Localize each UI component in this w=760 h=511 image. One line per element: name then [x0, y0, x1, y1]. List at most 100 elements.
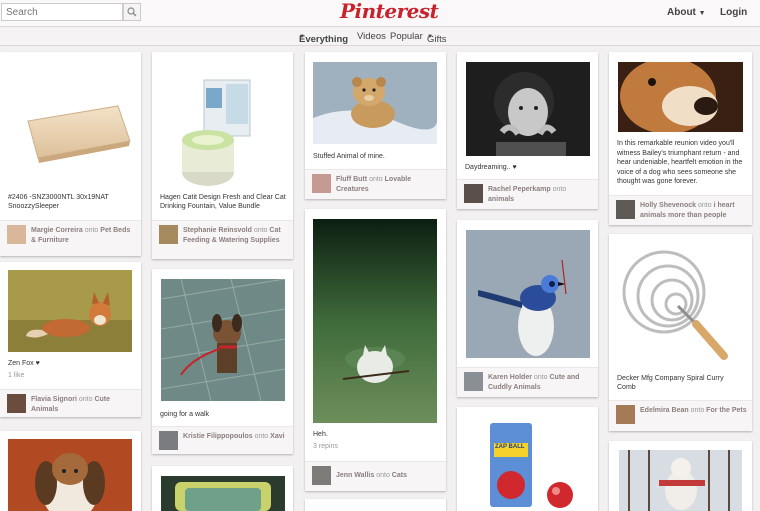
nav-popular[interactable]: Popular [390, 31, 423, 42]
chevron-down-icon: ▼ [299, 34, 305, 40]
pin-card[interactable]: Decker Mfg Company Spiral Curry Comb Ede… [609, 234, 752, 431]
cat-fountain-image[interactable] [166, 74, 278, 192]
about-label: About [667, 7, 696, 18]
pin-description: In this remarkable reunion video you'll … [617, 140, 743, 186]
onto-text: onto [253, 227, 268, 234]
beagle-puppy-image[interactable] [8, 439, 132, 511]
pin-description: Heh. [313, 431, 328, 438]
pin-card[interactable] [305, 499, 446, 511]
pinner-name[interactable]: Jenn Wallis [336, 472, 374, 479]
fox-image[interactable] [8, 270, 132, 352]
pin-attribution: Margie Correira onto Pet Beds & Furnitur… [0, 220, 141, 256]
board-name[interactable]: Cats [392, 472, 407, 479]
onto-text: onto [697, 202, 712, 209]
pin-attribution: Fluff Butt onto Lovable Creatures [305, 169, 446, 199]
pin-description: #2406 -SNZ3000NTL 30x19NAT SnoozzySleepe… [8, 194, 109, 210]
about-menu[interactable]: About ▼ [667, 7, 706, 18]
pin-image[interactable] [161, 476, 285, 511]
swimming-cat-image[interactable] [313, 219, 437, 423]
pin-card[interactable]: Stuffed Animal of mine. Fluff Butt onto … [305, 52, 446, 199]
pinterest-logo[interactable]: Pinterest [340, 0, 439, 23]
onto-text: onto [690, 407, 705, 414]
pin-card[interactable]: ZAP BALL [457, 407, 598, 511]
chevron-down-icon: ▼ [427, 34, 433, 40]
board-name[interactable]: For the Pets [706, 407, 746, 414]
pinner-name[interactable]: Margie Correira [31, 227, 83, 234]
pin-attribution: Stephanie Reinsvold onto Cat Feeding & W… [152, 220, 293, 259]
top-header: Pinterest About ▼ Login [0, 0, 760, 27]
pinner-name[interactable]: Edelmira Bean [640, 407, 689, 414]
onto-text: onto [254, 433, 269, 440]
category-nav: Everything ▼ Videos Popular Gifts ▼ [0, 28, 760, 46]
onto-text: onto [78, 396, 93, 403]
dog-closeup-image[interactable] [618, 62, 743, 132]
onto-text: onto [552, 186, 567, 193]
board-name[interactable]: animals [488, 196, 514, 203]
chevron-down-icon: ▼ [698, 10, 706, 17]
pin-card[interactable]: Heh. 3 repins Jenn Wallis onto Cats [305, 209, 446, 491]
pet-bed-image[interactable] [8, 96, 132, 166]
search-button[interactable] [123, 3, 141, 21]
pin-card[interactable]: Zen Fox ♥ 1 like Flavia Signori onto Cut… [0, 262, 141, 417]
search-input[interactable] [1, 3, 123, 21]
pin-card[interactable]: Karen Holder onto Cute and Cuddly Animal… [457, 220, 598, 397]
pin-description: Stuffed Animal of mine. [313, 153, 385, 160]
pinner-name[interactable]: Stephanie Reinsvold [183, 227, 252, 234]
avatar[interactable] [464, 184, 483, 203]
onto-text: onto [376, 472, 390, 479]
pin-attribution: Rachel Peperkamp onto animals [457, 179, 598, 209]
avatar[interactable] [159, 225, 178, 244]
pin-card[interactable] [152, 466, 293, 511]
pinner-name[interactable]: Rachel Peperkamp [488, 186, 551, 193]
daydreaming-girl-image[interactable] [466, 62, 590, 156]
dog-walk-image[interactable] [161, 279, 285, 401]
pin-attribution: Edelmira Bean onto For the Pets [609, 400, 752, 431]
dog-outdoors-image[interactable] [619, 450, 742, 511]
nav-videos[interactable]: Videos [357, 31, 386, 42]
zap-ball-label: ZAP BALL [495, 444, 525, 450]
onto-text: onto [533, 374, 548, 381]
lion-cub-image[interactable] [313, 62, 437, 144]
pinner-name[interactable]: Karen Holder [488, 374, 532, 381]
pinner-name[interactable]: Kristie Filippopoulos [183, 433, 253, 440]
avatar[interactable] [7, 394, 26, 413]
pin-description: Hagen Catit Design Fresh and Clear Cat D… [160, 194, 286, 210]
pin-description: going for a walk [160, 411, 210, 418]
pin-description: Zen Fox ♥ [8, 360, 40, 367]
pin-attribution: Flavia Signori onto Cute Animals [0, 389, 141, 417]
avatar[interactable] [616, 405, 635, 424]
login-link[interactable]: Login [720, 7, 747, 18]
search-icon [127, 7, 137, 17]
pin-attribution: Jenn Wallis onto Cats [305, 461, 446, 491]
avatar[interactable] [312, 174, 331, 193]
pin-card[interactable]: going for a walk Kristie Filippopoulos o… [152, 269, 293, 454]
avatar[interactable] [464, 372, 483, 391]
pin-attribution: Karen Holder onto Cute and Cuddly Animal… [457, 367, 598, 397]
onto-text: onto [369, 176, 383, 183]
pin-card[interactable]: Hagen Catit Design Fresh and Clear Cat D… [152, 52, 293, 259]
pin-card[interactable] [609, 441, 752, 511]
avatar[interactable] [616, 200, 635, 219]
nav-everything-label: Everything [299, 34, 349, 45]
pin-repins: 3 repins [313, 443, 338, 450]
board-name[interactable]: Xavi [270, 433, 284, 440]
avatar[interactable] [159, 431, 178, 450]
pin-attribution: Kristie Filippopoulos onto Xavi [152, 426, 293, 454]
pinner-name[interactable]: Holly Shevenock [640, 202, 696, 209]
avatar[interactable] [312, 466, 331, 485]
pin-card[interactable]: #2406 -SNZ3000NTL 30x19NAT SnoozzySleepe… [0, 52, 141, 256]
pin-likes: 1 like [8, 372, 25, 379]
onto-text: onto [84, 227, 99, 234]
avatar[interactable] [7, 225, 26, 244]
blue-wren-image[interactable] [466, 230, 590, 358]
curry-comb-image[interactable] [618, 246, 743, 366]
pin-card[interactable]: Daydreaming.. ♥ Rachel Peperkamp onto an… [457, 52, 598, 209]
pin-card[interactable] [0, 431, 141, 511]
pinner-name[interactable]: Flavia Signori [31, 396, 77, 403]
pin-description: Decker Mfg Company Spiral Curry Comb [617, 375, 724, 391]
pin-description: Daydreaming.. ♥ [465, 164, 517, 171]
pin-attribution: Holly Shevenock onto i heart animals mor… [609, 195, 752, 225]
pinner-name[interactable]: Fluff Butt [336, 176, 367, 183]
zap-ball-image[interactable] [466, 419, 590, 511]
pin-card[interactable]: In this remarkable reunion video you'll … [609, 52, 752, 225]
